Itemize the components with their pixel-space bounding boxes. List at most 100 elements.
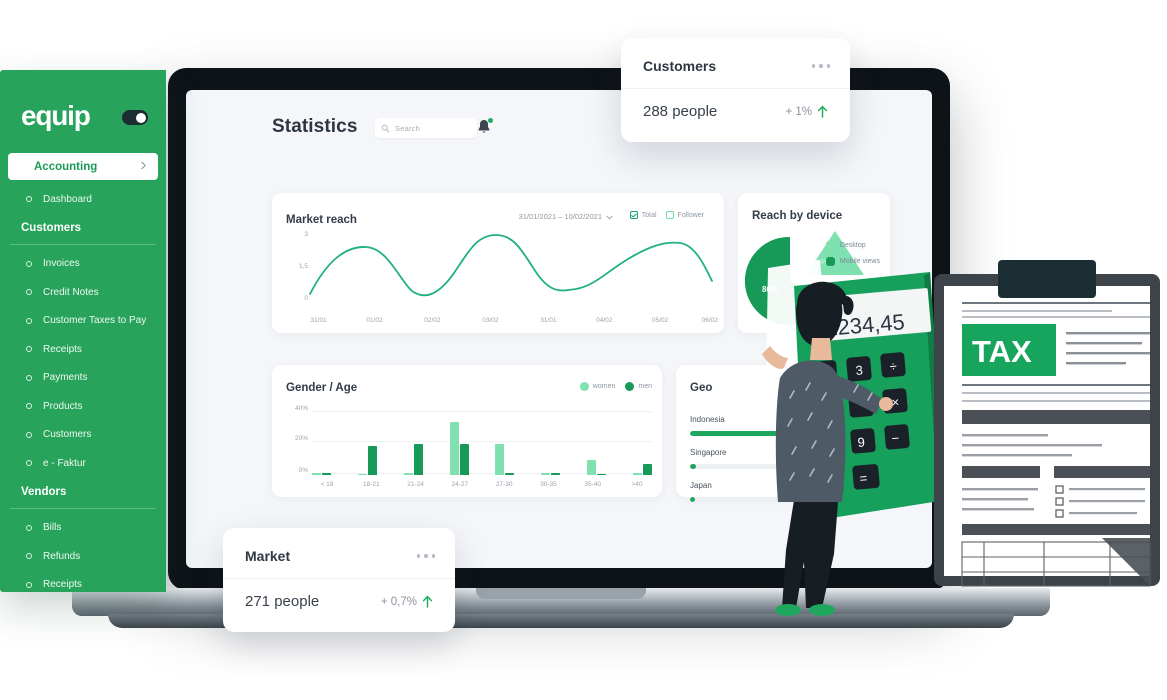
more-options-icon[interactable]	[416, 554, 435, 558]
bar-women	[495, 444, 505, 475]
floating-card-customers: Customers 288 people + 1%	[621, 38, 850, 142]
y-tick: 0%	[298, 467, 308, 474]
x-tick: >40	[631, 481, 643, 488]
bar-men	[459, 444, 469, 475]
svg-text:÷: ÷	[889, 358, 897, 374]
sidebar-item-accounting[interactable]: Accounting	[8, 153, 158, 180]
market-reach-header: Market reach 31/01/2021 – 10/02/2021 Tot…	[286, 210, 712, 226]
sidebar-item-label: Invoices	[43, 258, 80, 270]
market-reach-line-chart	[309, 234, 713, 297]
geo-progress-fill	[690, 464, 697, 469]
date-range-label[interactable]: 31/01/2021 – 10/02/2021	[519, 212, 602, 221]
bar-group	[449, 411, 469, 475]
y-tick: 1,5	[298, 263, 308, 270]
geo-progress-fill	[690, 497, 695, 502]
legend-swatch	[625, 382, 635, 391]
bar-men	[367, 445, 377, 475]
market-reach-y-axis: 3 1,5 0	[282, 231, 308, 303]
notification-bell-icon[interactable]	[476, 118, 494, 138]
search-icon	[381, 124, 390, 132]
tax-document-clipboard: TAX	[932, 258, 1162, 588]
sidebar-item-e-faktur[interactable]: e - Faktur	[0, 449, 166, 478]
sidebar-item-dashboard[interactable]: Dashboard	[0, 185, 166, 214]
bar-women	[632, 473, 642, 475]
card-gender-age: Gender / Age women men 40% 20% 0% < 18 1…	[272, 365, 662, 497]
svg-text:=: =	[859, 470, 868, 486]
sidebar: equip Accounting Dashboard Customers Invoi…	[0, 70, 166, 592]
chevron-down-icon[interactable]	[606, 215, 613, 220]
legend-label: Desktop	[839, 242, 866, 249]
legend-item-follower[interactable]: Follower	[665, 211, 704, 219]
bar-men	[322, 473, 331, 475]
bullet-icon	[26, 346, 32, 353]
checkbox-unchecked-icon[interactable]	[665, 211, 674, 219]
bullet-icon	[26, 289, 32, 296]
card-title: Reach by device	[752, 210, 843, 222]
x-tick: 05/02	[651, 317, 669, 324]
bullet-icon	[26, 317, 32, 324]
bar-group	[495, 411, 515, 475]
sidebar-item-invoices[interactable]: Invoices	[0, 250, 166, 279]
bullet-icon	[26, 460, 32, 467]
checkbox-checked-icon[interactable]	[629, 211, 638, 219]
bar-women	[587, 459, 597, 475]
sidebar-item-products[interactable]: Products	[0, 392, 166, 421]
y-tick: 20%	[294, 435, 308, 442]
geo-country: Indonesia	[690, 415, 725, 424]
sidebar-item-label: Dashboard	[43, 193, 92, 205]
sidebar-item-credit-notes[interactable]: Credit Notes	[0, 278, 166, 307]
card-value: 288 people	[643, 103, 718, 120]
legend-swatch	[579, 382, 589, 391]
illustration-accountant: 1234,45 2 3 ÷	[760, 250, 960, 620]
more-options-icon[interactable]	[811, 64, 830, 68]
card-title: Geo	[690, 382, 713, 394]
tax-title: TAX	[972, 334, 1032, 369]
sidebar-item-label: Customer Taxes to Pay	[43, 315, 147, 327]
bar-group	[403, 411, 423, 475]
sidebar-item-customers[interactable]: Customers	[0, 421, 166, 450]
sidebar-item-customer-taxes-to-pay[interactable]: Customer Taxes to Pay	[0, 307, 166, 336]
divider	[621, 88, 850, 89]
sidebar-item-label: Receipts	[43, 579, 82, 591]
card-title: Customers	[643, 58, 717, 74]
bar-women	[403, 473, 413, 475]
card-title: Market reach	[286, 214, 357, 226]
bar-group	[357, 411, 377, 475]
sidebar-item-label: e - Faktur	[43, 457, 86, 469]
bullet-icon	[26, 403, 32, 410]
theme-toggle[interactable]	[122, 110, 148, 125]
bar-women	[541, 473, 551, 475]
sidebar-item-bills[interactable]: Bills	[0, 514, 166, 543]
card-title: Gender / Age	[286, 382, 358, 394]
sidebar-item-receipts[interactable]: Receipts	[0, 335, 166, 364]
x-tick: 31/01	[540, 317, 557, 324]
delta-text: + 0,7%	[380, 595, 417, 608]
bar-men	[642, 464, 652, 475]
legend-item-men[interactable]: men	[625, 382, 652, 391]
card-value: 271 people	[245, 593, 320, 610]
legend-label: men	[638, 383, 652, 390]
sidebar-item-label: Receipts	[43, 343, 82, 355]
x-tick: 21-24	[407, 481, 424, 488]
legend-label: women	[592, 383, 616, 390]
bar-women	[312, 473, 321, 475]
bar-group	[312, 411, 331, 475]
search-input[interactable]: Search	[375, 118, 477, 138]
bar-women	[357, 473, 367, 475]
bar-men	[551, 473, 561, 475]
notification-badge	[488, 118, 493, 123]
sidebar-item-refunds[interactable]: Refunds	[0, 542, 166, 571]
x-tick: 30-35	[540, 481, 557, 488]
x-tick: 03/02	[482, 317, 499, 324]
sidebar-item-receipts[interactable]: Receipts	[0, 571, 166, 593]
app-logo: equip	[21, 100, 91, 131]
bar-group	[587, 411, 607, 475]
x-tick: < 18	[320, 481, 334, 488]
sidebar-item-payments[interactable]: Payments	[0, 364, 166, 393]
sidebar-item-label: Accounting	[34, 160, 98, 173]
legend-item-women[interactable]: women	[579, 382, 616, 391]
card-market-reach: Market reach 31/01/2021 – 10/02/2021 Tot…	[272, 193, 724, 333]
legend-item-desktop[interactable]: Desktop	[825, 241, 880, 250]
legend-item-total[interactable]: Total	[629, 211, 657, 219]
bar-group	[632, 411, 652, 475]
